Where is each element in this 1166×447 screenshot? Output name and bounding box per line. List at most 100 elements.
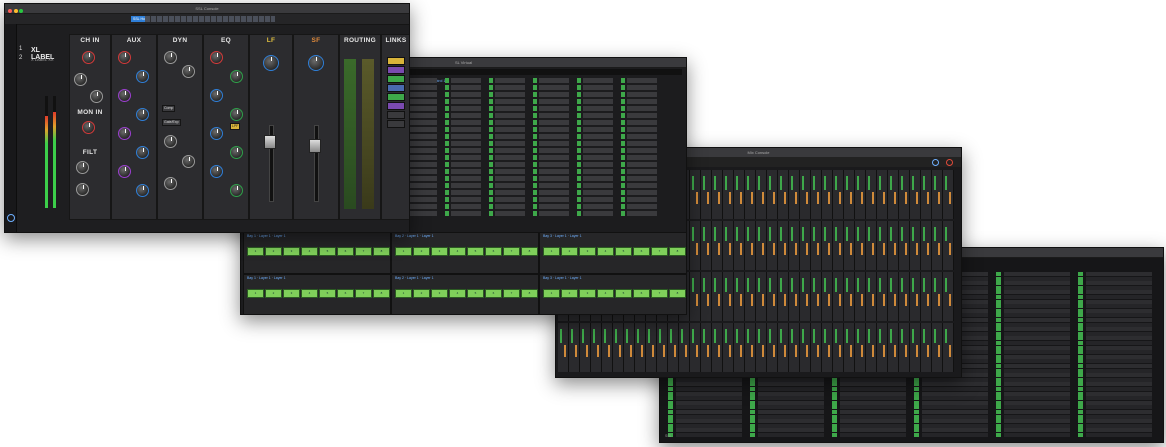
strip-fader-orange[interactable] xyxy=(938,345,940,357)
strip-fader-orange[interactable] xyxy=(795,243,797,255)
strip-fader-green[interactable] xyxy=(736,176,738,190)
eq-band-knob[interactable] xyxy=(230,70,243,83)
grid-led[interactable] xyxy=(621,99,625,104)
strip-fader-green[interactable] xyxy=(879,278,881,292)
strip-fader-orange[interactable] xyxy=(839,294,841,306)
link-button[interactable] xyxy=(387,84,405,92)
strip-fader-orange[interactable] xyxy=(718,243,720,255)
matrix-led[interactable] xyxy=(914,382,919,387)
layer-pad[interactable]: 7 xyxy=(503,247,520,256)
grid-led[interactable] xyxy=(621,106,625,111)
layer-pad[interactable]: 4 xyxy=(597,289,614,298)
strip-fader-green[interactable] xyxy=(714,278,716,292)
strip-fader-orange[interactable] xyxy=(685,345,687,357)
grid-led[interactable] xyxy=(533,106,537,111)
grid-led[interactable] xyxy=(621,211,625,216)
link-button[interactable] xyxy=(387,102,405,110)
matrix-led[interactable] xyxy=(668,377,673,382)
strip-fader-orange[interactable] xyxy=(806,345,808,357)
dyn-range-knob[interactable] xyxy=(182,155,195,168)
strip-fader-orange[interactable] xyxy=(729,345,731,357)
grid-led[interactable] xyxy=(445,92,449,97)
matrix-led[interactable] xyxy=(1078,336,1083,341)
layer-pad[interactable]: 3 xyxy=(283,247,300,256)
strip-fader-green[interactable] xyxy=(769,329,771,343)
matrix-led[interactable] xyxy=(1078,400,1083,405)
matrix-led[interactable] xyxy=(996,391,1001,396)
grid-led[interactable] xyxy=(533,127,537,132)
matrix-led[interactable] xyxy=(996,354,1001,359)
strip-fader-orange[interactable] xyxy=(575,345,577,357)
grid-led[interactable] xyxy=(621,176,625,181)
strip-fader-green[interactable] xyxy=(912,176,914,190)
layer-pad[interactable]: 7 xyxy=(355,247,372,256)
strip-fader-green[interactable] xyxy=(736,329,738,343)
strip-fader-green[interactable] xyxy=(813,278,815,292)
grid-led[interactable] xyxy=(577,85,581,90)
strip-fader-orange[interactable] xyxy=(740,243,742,255)
strip-fader-green[interactable] xyxy=(835,227,837,241)
matrix-led[interactable] xyxy=(832,377,837,382)
strip-fader-orange[interactable] xyxy=(938,243,940,255)
grid-led[interactable] xyxy=(577,127,581,132)
strip-fader-orange[interactable] xyxy=(861,243,863,255)
matrix-led[interactable] xyxy=(996,336,1001,341)
grid-led[interactable] xyxy=(577,176,581,181)
grid-led[interactable] xyxy=(489,190,493,195)
strip-fader-orange[interactable] xyxy=(663,345,665,357)
grid-led[interactable] xyxy=(445,120,449,125)
strip-fader-orange[interactable] xyxy=(707,192,709,204)
aux-send-knob[interactable] xyxy=(136,146,149,159)
strip-fader-green[interactable] xyxy=(582,329,584,343)
grid-led[interactable] xyxy=(445,204,449,209)
grid-led[interactable] xyxy=(621,148,625,153)
strip-fader-green[interactable] xyxy=(824,278,826,292)
grid-led[interactable] xyxy=(577,169,581,174)
strip-fader-orange[interactable] xyxy=(784,192,786,204)
strip-fader-green[interactable] xyxy=(560,329,562,343)
grid-led[interactable] xyxy=(445,106,449,111)
strip-fader-orange[interactable] xyxy=(894,345,896,357)
matrix-led[interactable] xyxy=(996,419,1001,424)
strip-fader-orange[interactable] xyxy=(773,345,775,357)
matrix-led[interactable] xyxy=(750,400,755,405)
matrix-led[interactable] xyxy=(996,428,1001,433)
grid-led[interactable] xyxy=(489,134,493,139)
strip-fader-orange[interactable] xyxy=(652,345,654,357)
strip-fader-orange[interactable] xyxy=(938,294,940,306)
matrix-led[interactable] xyxy=(996,345,1001,350)
grid-led[interactable] xyxy=(445,155,449,160)
grid-led[interactable] xyxy=(533,78,537,83)
aux-send-knob[interactable] xyxy=(136,184,149,197)
matrix-led[interactable] xyxy=(832,405,837,410)
strip-fader-green[interactable] xyxy=(648,329,650,343)
strip-fader-orange[interactable] xyxy=(773,243,775,255)
matrix-led[interactable] xyxy=(996,308,1001,313)
grid-led[interactable] xyxy=(533,141,537,146)
grid-led[interactable] xyxy=(445,99,449,104)
eq-band-knob[interactable] xyxy=(230,184,243,197)
strip-fader-green[interactable] xyxy=(714,227,716,241)
strip-fader-green[interactable] xyxy=(813,176,815,190)
strip-fader-orange[interactable] xyxy=(916,243,918,255)
strip-fader-orange[interactable] xyxy=(949,294,951,306)
eq-band-knob[interactable] xyxy=(210,89,223,102)
strip-fader-green[interactable] xyxy=(912,329,914,343)
strip-fader-green[interactable] xyxy=(923,329,925,343)
strip-fader-green[interactable] xyxy=(758,329,760,343)
strip-fader-green[interactable] xyxy=(846,227,848,241)
matrix-led[interactable] xyxy=(832,400,837,405)
matrix-led[interactable] xyxy=(996,285,1001,290)
grid-led[interactable] xyxy=(533,155,537,160)
strip-fader-green[interactable] xyxy=(747,176,749,190)
matrix-led[interactable] xyxy=(1078,299,1083,304)
grid-led[interactable] xyxy=(489,120,493,125)
strip-fader-orange[interactable] xyxy=(751,345,753,357)
strip-fader-green[interactable] xyxy=(802,329,804,343)
matrix-led[interactable] xyxy=(832,387,837,391)
strip-fader-green[interactable] xyxy=(945,176,947,190)
strip-fader-green[interactable] xyxy=(769,278,771,292)
mon-in-knob[interactable] xyxy=(82,121,95,134)
aux-send-knob[interactable] xyxy=(136,70,149,83)
layer-pad[interactable]: 8 xyxy=(521,289,538,298)
